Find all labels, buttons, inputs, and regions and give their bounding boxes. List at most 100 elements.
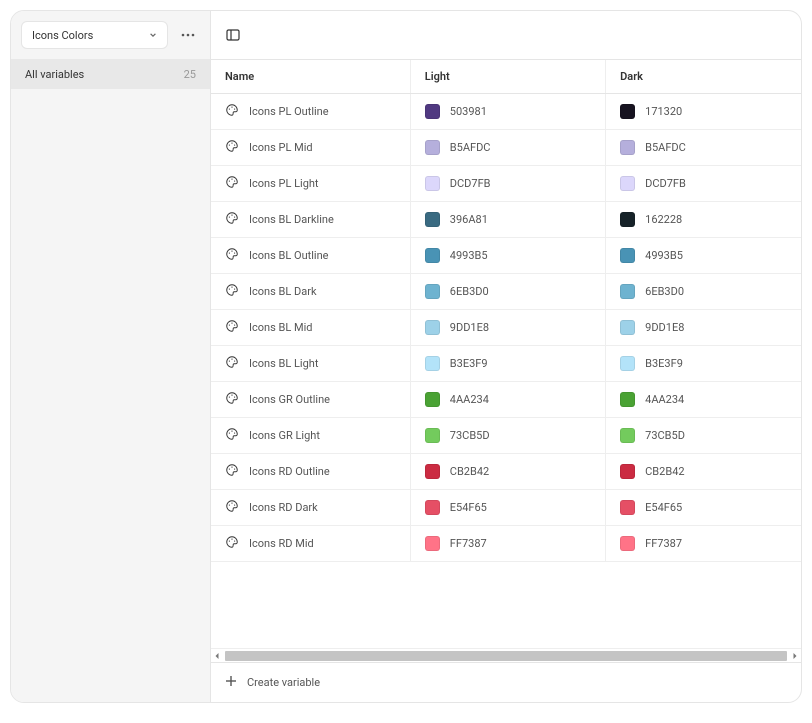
color-hex: B3E3F9: [450, 357, 488, 370]
color-cell-dark[interactable]: 9DD1E8: [620, 320, 787, 335]
toolbar: [211, 11, 801, 59]
color-swatch: [425, 284, 440, 299]
variables-panel: Icons Colors All variables 25: [10, 10, 802, 703]
variable-name: Icons RD Outline: [249, 465, 330, 478]
color-cell-light[interactable]: 4AA234: [425, 392, 591, 407]
color-hex: 6EB3D0: [645, 285, 684, 298]
color-cell-light[interactable]: B3E3F9: [425, 356, 591, 371]
color-hex: B5AFDC: [450, 141, 491, 154]
table-row[interactable]: Icons BL Light B3E3F9 B3E3F9: [211, 346, 801, 382]
table-row[interactable]: Icons GR Outline4AA2344AA234: [211, 382, 801, 418]
color-hex: 4993B5: [450, 249, 488, 262]
color-swatch: [425, 140, 440, 155]
palette-icon: [225, 139, 239, 156]
palette-icon: [225, 247, 239, 264]
color-cell-dark[interactable]: FF7387: [620, 536, 787, 551]
color-hex: 6EB3D0: [450, 285, 489, 298]
table-row[interactable]: Icons BL Mid9DD1E89DD1E8: [211, 310, 801, 346]
color-cell-dark[interactable]: 6EB3D0: [620, 284, 787, 299]
color-swatch: [620, 212, 635, 227]
collection-dropdown[interactable]: Icons Colors: [21, 21, 168, 49]
color-cell-light[interactable]: FF7387: [425, 536, 591, 551]
variable-name: Icons BL Light: [249, 357, 318, 370]
color-swatch: [425, 320, 440, 335]
sidebar-toggle-button[interactable]: [221, 23, 245, 47]
color-hex: B3E3F9: [645, 357, 683, 370]
color-hex: CB2B42: [645, 465, 684, 478]
color-cell-light[interactable]: E54F65: [425, 500, 591, 515]
collection-name: Icons Colors: [32, 29, 93, 42]
variable-name: Icons BL Darkline: [249, 213, 334, 226]
scroll-right-icon[interactable]: [789, 650, 801, 662]
color-swatch: [425, 428, 440, 443]
color-cell-light[interactable]: 4993B5: [425, 248, 591, 263]
color-hex: FF7387: [645, 537, 682, 550]
variable-name: Icons BL Dark: [249, 285, 317, 298]
color-hex: 4AA234: [645, 393, 684, 406]
color-cell-light[interactable]: DCD7FB: [425, 176, 591, 191]
color-cell-light[interactable]: 9DD1E8: [425, 320, 591, 335]
color-cell-light[interactable]: B5AFDC: [425, 140, 591, 155]
create-variable-button[interactable]: Create variable: [211, 662, 801, 702]
color-cell-dark[interactable]: B5AFDC: [620, 140, 787, 155]
column-header-dark[interactable]: Dark: [606, 60, 801, 94]
table-row[interactable]: Icons RD Outline CB2B42 CB2B42: [211, 454, 801, 490]
color-swatch: [620, 104, 635, 119]
table-row[interactable]: Icons BL Darkline 396A81 162228: [211, 202, 801, 238]
table-row[interactable]: Icons RD MidFF7387FF7387: [211, 526, 801, 562]
color-cell-dark[interactable]: B3E3F9: [620, 356, 787, 371]
color-cell-dark[interactable]: E54F65: [620, 500, 787, 515]
color-cell-dark[interactable]: 171320: [620, 104, 787, 119]
variables-table: Name Light Dark Icons PL Outline50398117…: [211, 59, 801, 562]
color-hex: CB2B42: [450, 465, 489, 478]
column-header-light[interactable]: Light: [410, 60, 605, 94]
color-hex: 4AA234: [450, 393, 489, 406]
sidebar: Icons Colors All variables 25: [11, 11, 211, 702]
color-swatch: [425, 464, 440, 479]
palette-icon: [225, 463, 239, 480]
table-row[interactable]: Icons PL Light DCD7FB DCD7FB: [211, 166, 801, 202]
color-cell-dark[interactable]: 73CB5D: [620, 428, 787, 443]
more-options-button[interactable]: [176, 23, 200, 47]
color-cell-dark[interactable]: 162228: [620, 212, 787, 227]
create-variable-label: Create variable: [247, 676, 320, 689]
color-hex: E54F65: [450, 501, 487, 514]
table-row[interactable]: Icons BL Dark 6EB3D0 6EB3D0: [211, 274, 801, 310]
color-cell-dark[interactable]: 4AA234: [620, 392, 787, 407]
color-cell-light[interactable]: 6EB3D0: [425, 284, 591, 299]
color-swatch: [425, 536, 440, 551]
palette-icon: [225, 103, 239, 120]
palette-icon: [225, 499, 239, 516]
color-cell-light[interactable]: 503981: [425, 104, 591, 119]
color-cell-light[interactable]: 73CB5D: [425, 428, 591, 443]
table-row[interactable]: Icons PL Outline503981171320: [211, 94, 801, 130]
color-swatch: [425, 392, 440, 407]
column-header-name[interactable]: Name: [211, 60, 410, 94]
variable-name: Icons PL Light: [249, 177, 319, 190]
table-row[interactable]: Icons RD DarkE54F65E54F65: [211, 490, 801, 526]
color-cell-dark[interactable]: DCD7FB: [620, 176, 787, 191]
color-hex: 171320: [645, 105, 682, 118]
color-hex: 503981: [450, 105, 487, 118]
color-hex: DCD7FB: [645, 177, 686, 190]
scroll-left-icon[interactable]: [211, 650, 223, 662]
table-row[interactable]: Icons PL Mid B5AFDC B5AFDC: [211, 130, 801, 166]
scrollbar-thumb[interactable]: [225, 651, 787, 661]
table-wrapper[interactable]: Name Light Dark Icons PL Outline50398117…: [211, 59, 801, 648]
horizontal-scrollbar[interactable]: [211, 648, 801, 662]
color-cell-light[interactable]: CB2B42: [425, 464, 591, 479]
table-row[interactable]: Icons BL Outline 4993B5 4993B5: [211, 238, 801, 274]
palette-icon: [225, 427, 239, 444]
color-swatch: [425, 248, 440, 263]
color-hex: DCD7FB: [450, 177, 491, 190]
color-cell-dark[interactable]: 4993B5: [620, 248, 787, 263]
palette-icon: [225, 355, 239, 372]
color-cell-light[interactable]: 396A81: [425, 212, 591, 227]
sidebar-item-all-variables[interactable]: All variables 25: [11, 59, 210, 89]
variable-name: Icons BL Outline: [249, 249, 329, 262]
variable-name: Icons GR Light: [249, 429, 320, 442]
color-cell-dark[interactable]: CB2B42: [620, 464, 787, 479]
plus-icon: [225, 675, 237, 690]
table-row[interactable]: Icons GR Light 73CB5D 73CB5D: [211, 418, 801, 454]
variable-name: Icons PL Mid: [249, 141, 313, 154]
